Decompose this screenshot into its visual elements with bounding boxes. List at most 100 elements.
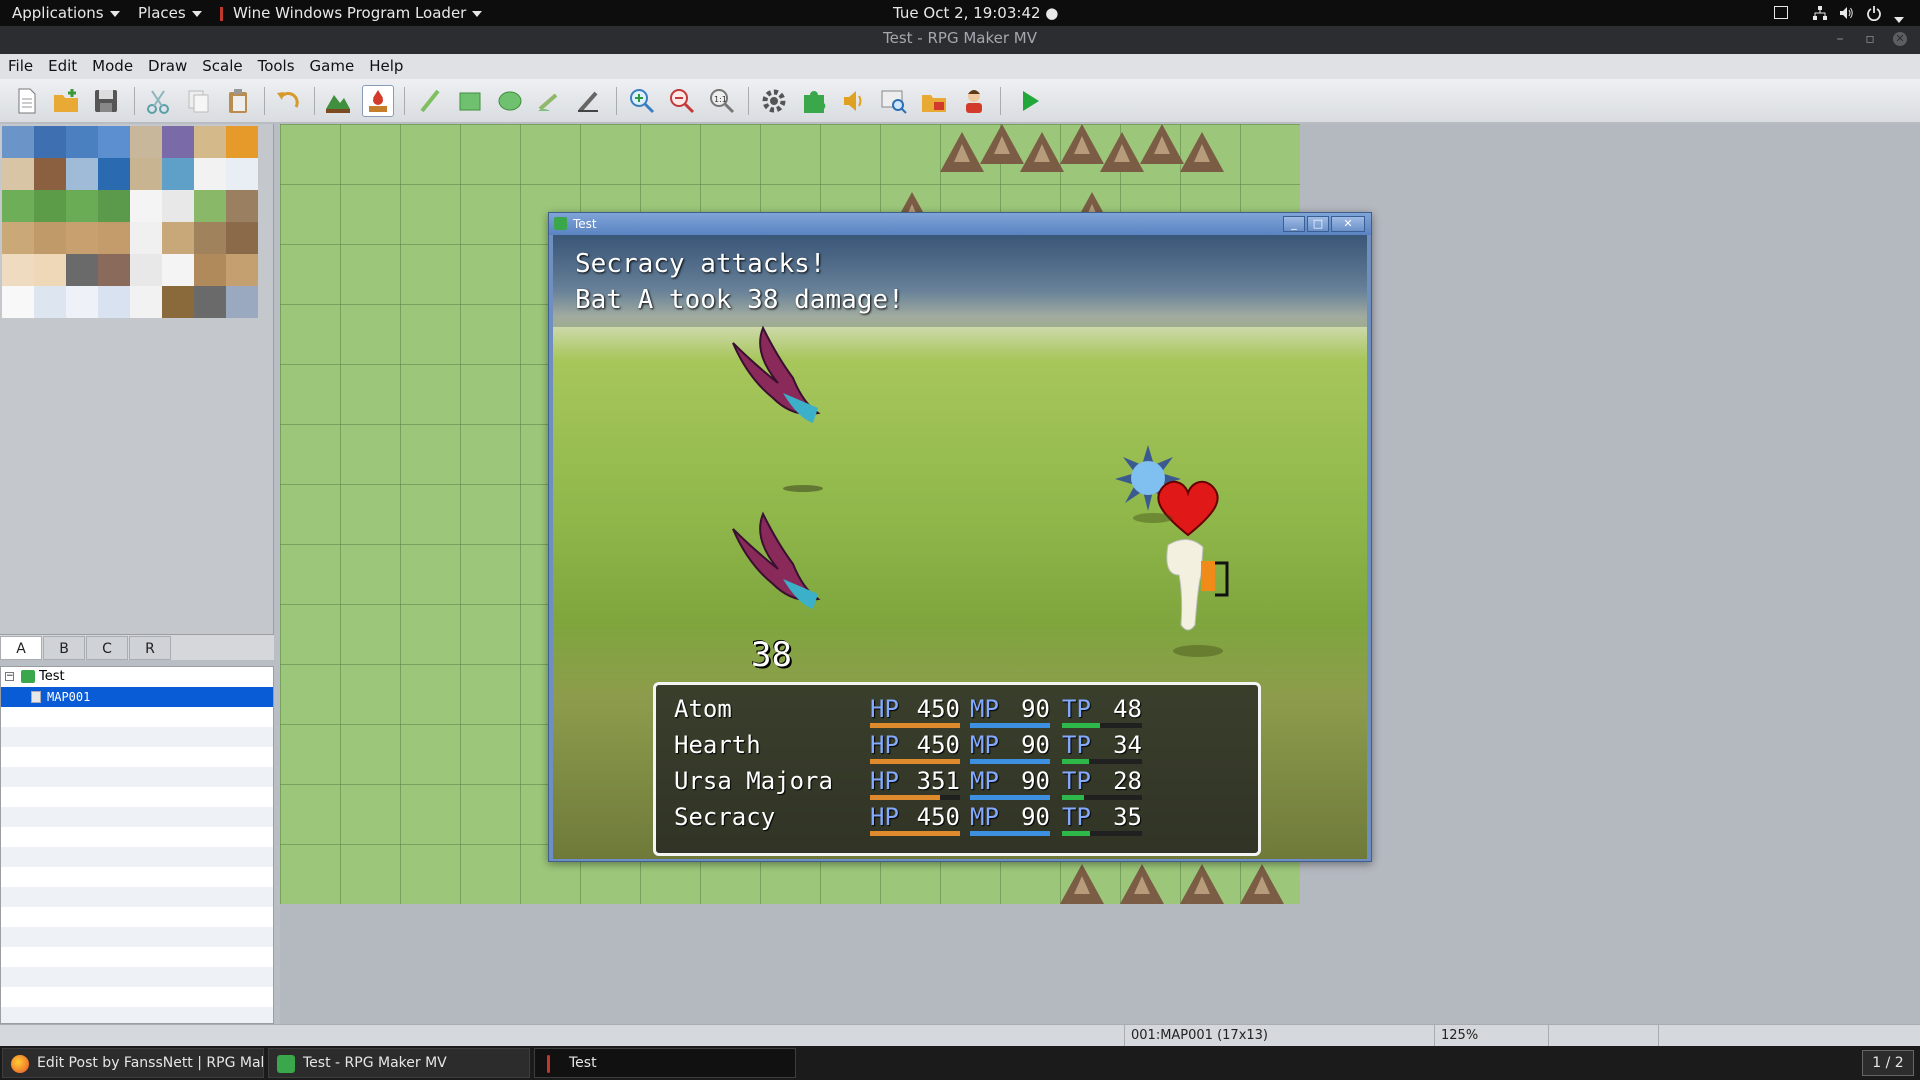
chevron-down-icon [472,10,483,17]
mp-value: 90 [1021,767,1050,795]
chevron-down-icon [191,10,202,17]
mountain-tile [1020,132,1064,172]
volume-icon[interactable] [1838,5,1854,25]
applications-menu[interactable]: Applications [12,4,120,22]
tree-item-project[interactable]: − Test [1,667,273,687]
taskbar-item-test[interactable]: Test [534,1048,796,1078]
shadow-pen-icon[interactable] [574,85,606,117]
minimize-icon[interactable]: _ [1283,216,1305,232]
zoom-out-icon[interactable] [666,85,698,117]
hp-gauge [870,795,960,800]
rectangle-tool-icon[interactable] [454,85,486,117]
plugin-manager-icon[interactable] [798,85,830,117]
resource-manager-icon[interactable] [918,85,950,117]
tileset-palette[interactable] [0,124,274,634]
save-project-icon[interactable] [90,85,122,117]
network-icon[interactable] [1812,5,1828,21]
system-top-bar: Applications Places Wine Windows Program… [0,0,1920,26]
mountain-tile [1240,864,1284,904]
clock[interactable]: Tue Oct 2, 19:03:42 ● [893,4,1058,22]
tp-gauge [1062,759,1142,764]
mp-value: 90 [1021,731,1050,759]
character-generator-icon[interactable] [958,85,990,117]
menu-game[interactable]: Game [302,54,362,75]
tab-a[interactable]: A [0,636,42,660]
database-icon[interactable] [758,85,790,117]
tab-c[interactable]: C [86,636,128,660]
tab-b[interactable]: B [43,636,85,660]
new-project-icon[interactable] [10,85,42,117]
close-icon[interactable]: ✕ [1893,32,1907,46]
copy-icon[interactable] [182,85,214,117]
tab-r[interactable]: R [129,636,171,660]
terminal-icon[interactable] [1774,6,1788,19]
tp-value: 28 [1113,767,1142,795]
party-member-row: Secracy HP 450 MP 90 TP 35 [656,801,1256,837]
party-status-window: Atom HP 450 MP 90 TP 48 Hearth HP 450 MP… [653,682,1261,856]
menu-bar: File Edit Mode Draw Scale Tools Game Help [0,54,1920,79]
event-searcher-icon[interactable] [878,85,910,117]
battle-message-line-2: Bat A took 38 damage! [575,285,904,315]
pencil-icon[interactable] [414,85,446,117]
mp-gauge-fill [970,795,1050,800]
places-menu[interactable]: Places [138,4,202,22]
hp-gauge [870,759,960,764]
taskbar-item-rpg-maker[interactable]: Test - RPG Maker MV [268,1048,530,1078]
mp-gauge [970,759,1050,764]
playtest-icon[interactable] [1014,85,1046,117]
tp-gauge-fill [1062,723,1101,728]
maximize-icon[interactable]: □ [1307,216,1329,232]
playtest-window[interactable]: Test _ □ ✕ Secracy attacks! Bat A took 3… [548,212,1372,862]
open-project-icon[interactable] [50,85,82,117]
power-icon[interactable] [1866,5,1882,25]
tp-gauge [1062,831,1142,836]
menu-help[interactable]: Help [361,54,410,75]
menu-mode[interactable]: Mode [84,54,140,75]
menu-tools[interactable]: Tools [250,54,302,75]
cut-icon[interactable] [142,85,174,117]
minimize-icon[interactable]: – [1833,32,1847,46]
collapse-icon[interactable]: − [5,672,14,681]
zoom-actual-icon[interactable]: 1:1 [706,85,738,117]
tree-item-map001[interactable]: MAP001 [1,687,273,707]
mp-gauge [970,795,1050,800]
mountain-tile [1060,124,1104,164]
zoom-in-icon[interactable] [626,85,658,117]
battle-scene[interactable]: Secracy attacks! Bat A took 38 damage! 3… [553,235,1367,859]
hp-label: HP [870,695,899,723]
tp-label: TP [1062,695,1091,723]
mp-gauge-fill [970,759,1050,764]
svg-text:1:1: 1:1 [714,95,727,104]
menu-scale[interactable]: Scale [194,54,249,75]
menu-draw[interactable]: Draw [140,54,194,75]
tp-gauge [1062,723,1142,728]
window-title-bar: Test - RPG Maker MV – ▫ ✕ [0,26,1920,54]
hp-gauge [870,723,960,728]
tile-grid[interactable] [2,126,258,318]
close-icon[interactable]: ✕ [1331,216,1365,232]
mp-label: MP [970,767,999,795]
sound-test-icon[interactable] [838,85,870,117]
active-app-menu[interactable]: Wine Windows Program Loader [220,4,483,22]
map-tree[interactable]: − Test MAP001 [0,666,274,1024]
actor-name: Atom [674,695,732,723]
places-label: Places [138,4,186,22]
event-mode-icon[interactable] [362,85,394,117]
zoom-level: 125% [1434,1025,1548,1046]
hp-label: HP [870,803,899,831]
menu-file[interactable]: File [0,54,40,75]
project-name: Test [39,669,65,684]
restore-icon[interactable]: ▫ [1863,32,1877,46]
ellipse-tool-icon[interactable] [494,85,526,117]
fill-tool-icon[interactable] [534,85,566,117]
taskbar-item-firefox[interactable]: Edit Post by FanssNett | RPG Mak... [2,1048,264,1078]
paste-icon[interactable] [222,85,254,117]
mp-gauge [970,831,1050,836]
menu-edit[interactable]: Edit [40,54,84,75]
workspace-switcher[interactable]: 1 / 2 [1862,1050,1914,1076]
mountain-tile [1120,864,1164,904]
undo-icon[interactable] [272,85,304,117]
status-cell-empty [1658,1025,1920,1046]
mountain-tile [1060,864,1104,904]
map-mode-icon[interactable] [322,85,354,117]
